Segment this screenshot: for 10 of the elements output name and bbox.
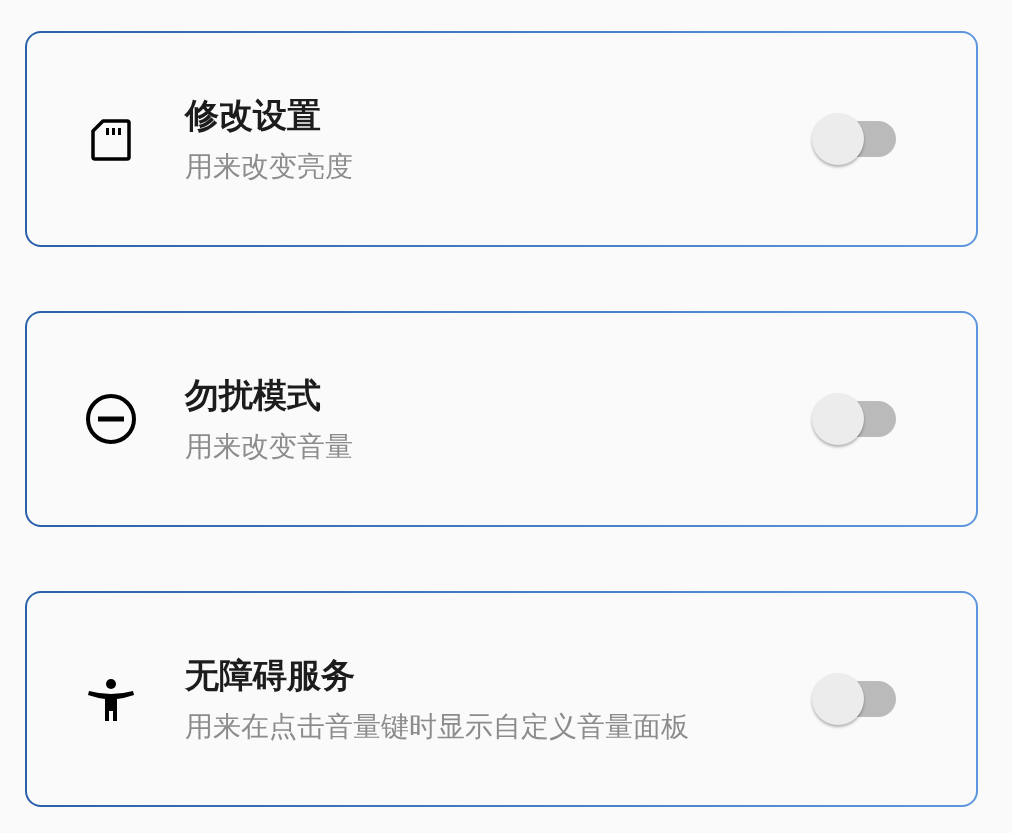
do-not-disturb-icon [83,391,139,447]
setting-description: 用来改变音量 [185,429,354,464]
toggle-switch[interactable] [812,112,896,166]
setting-title: 无障碍服务 [185,654,356,696]
toggle-switch[interactable] [812,672,896,726]
setting-description: 用来在点击音量键时显示自定义音量面板 [185,709,690,744]
setting-title: 勿扰模式 [185,374,322,416]
setting-title: 修改设置 [185,94,322,136]
setting-description: 用来改变亮度 [185,149,354,184]
toggle-switch[interactable] [812,392,896,446]
